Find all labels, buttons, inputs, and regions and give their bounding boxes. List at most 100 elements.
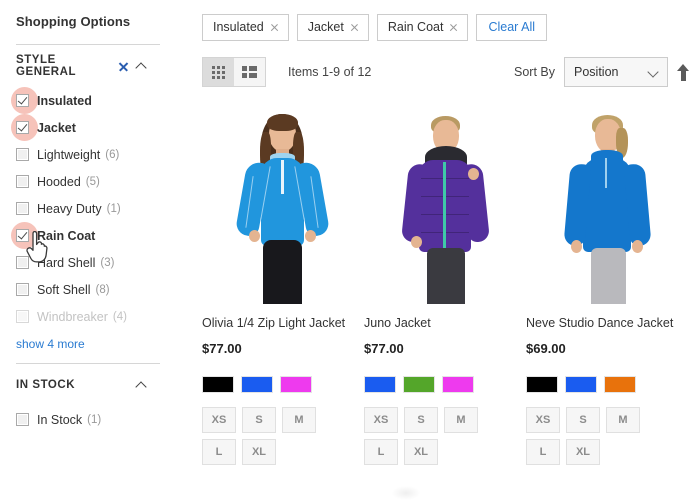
color-swatch-blue[interactable] [364, 376, 396, 393]
color-swatches [364, 376, 522, 393]
color-swatch-blue[interactable] [241, 376, 273, 393]
option-count: (3) [100, 256, 115, 269]
close-icon[interactable] [118, 61, 129, 72]
items-count-label: Items 1-9 of 12 [288, 65, 372, 79]
filter-chip-rain-coat[interactable]: Rain Coat [376, 14, 469, 41]
checkbox-windbreaker[interactable] [16, 310, 29, 323]
clear-all-button[interactable]: Clear All [476, 14, 548, 41]
filter-option-in-stock[interactable]: In Stock (1) [16, 406, 160, 433]
size-option-xl[interactable]: XL [242, 439, 276, 465]
size-option-m[interactable]: M [606, 407, 640, 433]
size-option-s[interactable]: S [404, 407, 438, 433]
product-listing-main: Insulated Jacket Rain Coat Clear All Ite… [176, 0, 700, 500]
checkbox-hooded[interactable] [16, 175, 29, 188]
checkbox-soft-shell[interactable] [16, 283, 29, 296]
filter-head-icons [136, 380, 160, 390]
checkbox-lightweight[interactable] [16, 148, 29, 161]
option-label: In Stock [37, 412, 83, 427]
close-icon[interactable] [270, 23, 279, 32]
close-icon[interactable] [350, 23, 359, 32]
product-image-neve[interactable] [526, 104, 684, 304]
size-option-l[interactable]: L [202, 439, 236, 465]
color-swatch-orange[interactable] [604, 376, 636, 393]
color-swatches [526, 376, 684, 393]
sort-by-label: Sort By [514, 65, 555, 79]
color-swatch-black[interactable] [526, 376, 558, 393]
list-view-icon[interactable] [234, 58, 265, 86]
shopping-options-sidebar: Shopping Options STYLE GENERAL Insulated [0, 0, 176, 500]
filter-block-style-general: STYLE GENERAL Insulated Jacket Lightweig… [11, 45, 160, 351]
size-options: XS S M L XL [526, 407, 650, 465]
category-page: Shopping Options STYLE GENERAL Insulated [0, 0, 700, 500]
product-name[interactable]: Olivia 1/4 Zip Light Jacket [202, 316, 360, 330]
filter-block-in-stock: IN STOCK In Stock (1) [16, 364, 160, 433]
color-swatch-green[interactable] [403, 376, 435, 393]
product-card[interactable]: Olivia 1/4 Zip Light Jacket $77.00 XS S … [202, 104, 360, 465]
sort-ascending-icon[interactable] [677, 63, 690, 81]
product-name[interactable]: Juno Jacket [364, 316, 522, 330]
checkbox-in-stock[interactable] [16, 413, 29, 426]
filter-chip-insulated[interactable]: Insulated [202, 14, 289, 41]
chevron-down-icon [649, 68, 658, 77]
product-card[interactable]: Juno Jacket $77.00 XS S M L XL [364, 104, 522, 465]
filter-option-jacket[interactable]: Jacket [11, 114, 160, 141]
product-grid: Olivia 1/4 Zip Light Jacket $77.00 XS S … [202, 104, 690, 465]
grid-view-icon[interactable] [203, 58, 234, 86]
model-illustration [543, 106, 667, 304]
checkbox-jacket[interactable] [16, 121, 29, 134]
filter-option-windbreaker[interactable]: Windbreaker (4) [16, 303, 160, 330]
color-swatch-blue[interactable] [565, 376, 597, 393]
product-price: $77.00 [202, 341, 242, 356]
size-option-xs[interactable]: XS [526, 407, 560, 433]
size-option-xs[interactable]: XS [364, 407, 398, 433]
list-glyph [242, 66, 257, 78]
close-icon[interactable] [449, 23, 458, 32]
size-option-m[interactable]: M [282, 407, 316, 433]
size-option-l[interactable]: L [526, 439, 560, 465]
option-label: Soft Shell [37, 282, 91, 297]
filter-option-lightweight[interactable]: Lightweight (6) [16, 141, 160, 168]
product-name[interactable]: Neve Studio Dance Jacket [526, 316, 684, 330]
chevron-up-icon[interactable] [136, 61, 146, 71]
chip-label: Jacket [307, 19, 344, 34]
option-label: Insulated [37, 93, 92, 108]
sort-by-select[interactable]: Position [564, 57, 668, 87]
checkbox-insulated[interactable] [16, 94, 29, 107]
product-price: $69.00 [526, 341, 566, 356]
size-option-xs[interactable]: XS [202, 407, 236, 433]
size-options: XS S M L XL [202, 407, 326, 465]
color-swatch-magenta[interactable] [442, 376, 474, 393]
option-count: (1) [106, 202, 121, 215]
size-option-s[interactable]: S [242, 407, 276, 433]
color-swatch-black[interactable] [202, 376, 234, 393]
filter-option-soft-shell[interactable]: Soft Shell (8) [16, 276, 160, 303]
filter-heading-label: IN STOCK [16, 379, 76, 391]
option-count: (4) [112, 310, 127, 323]
size-option-xl[interactable]: XL [566, 439, 600, 465]
option-label: Jacket [37, 120, 76, 135]
filter-option-insulated[interactable]: Insulated [11, 87, 160, 114]
listing-toolbar: Items 1-9 of 12 Sort By Position [202, 56, 690, 88]
product-image-juno[interactable] [364, 104, 522, 304]
filter-option-hooded[interactable]: Hooded (5) [16, 168, 160, 195]
page-bottom-cutoff [392, 486, 420, 500]
style-general-option-list: Insulated Jacket Lightweight (6) Hooded [11, 87, 160, 330]
product-image-olivia[interactable] [202, 104, 360, 304]
size-option-s[interactable]: S [566, 407, 600, 433]
product-card[interactable]: Neve Studio Dance Jacket $69.00 XS S M L… [526, 104, 684, 465]
grid-glyph [212, 65, 225, 79]
filter-heading-style-general[interactable]: STYLE GENERAL [16, 54, 160, 78]
filter-heading-in-stock[interactable]: IN STOCK [16, 377, 160, 393]
filter-chip-jacket[interactable]: Jacket [296, 14, 369, 41]
checkbox-heavy-duty[interactable] [16, 202, 29, 215]
show-more-link[interactable]: show 4 more [16, 337, 160, 351]
size-option-l[interactable]: L [364, 439, 398, 465]
size-option-xl[interactable]: XL [404, 439, 438, 465]
chevron-up-icon[interactable] [136, 380, 146, 390]
in-stock-option-list: In Stock (1) [16, 406, 160, 433]
size-option-m[interactable]: M [444, 407, 478, 433]
option-label: Lightweight [37, 147, 101, 162]
filter-option-heavy-duty[interactable]: Heavy Duty (1) [16, 195, 160, 222]
color-swatch-magenta[interactable] [280, 376, 312, 393]
model-illustration [219, 106, 343, 304]
